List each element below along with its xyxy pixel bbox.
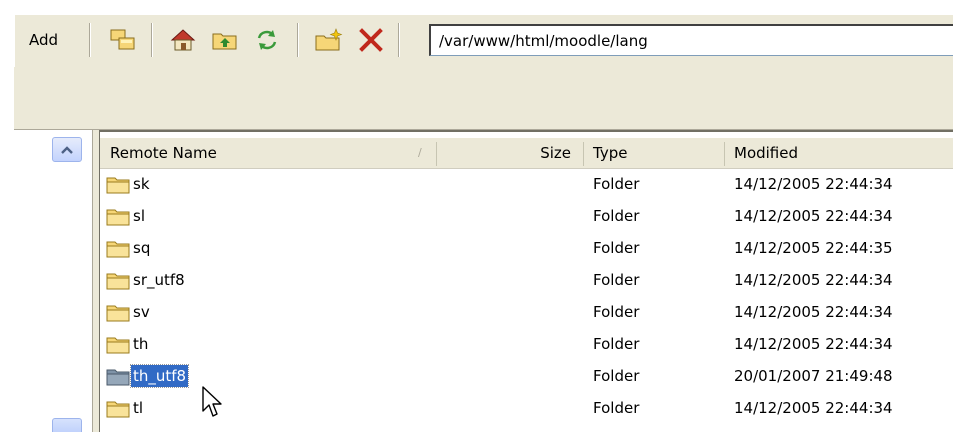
toolbar-separator xyxy=(297,23,299,57)
row-modified: 14/12/2005 22:44:34 xyxy=(734,335,893,353)
table-row[interactable]: sv Folder 14/12/2005 22:44:34 xyxy=(100,296,953,328)
column-separator[interactable] xyxy=(724,142,725,166)
row-type: Folder xyxy=(593,271,640,289)
folder-icon xyxy=(106,305,130,322)
column-header-size[interactable]: Size xyxy=(437,138,571,168)
row-name-cell[interactable]: sk xyxy=(106,172,152,196)
row-name-cell[interactable]: sv xyxy=(106,300,152,324)
row-modified: 14/12/2005 22:44:34 xyxy=(734,303,893,321)
sort-ascending-icon: ∕ xyxy=(418,146,422,159)
folder-icon xyxy=(106,369,130,386)
delete-icon xyxy=(359,28,383,52)
row-name-cell[interactable]: sr_utf8 xyxy=(106,268,187,292)
remote-path-input[interactable]: /var/www/html/moodle/lang xyxy=(429,24,953,56)
new-folder-icon xyxy=(315,28,343,51)
toolbar: Add /var/www/html/moodle/lang xyxy=(14,14,953,68)
row-name: th_utf8 xyxy=(129,364,190,388)
row-modified: 20/01/2007 21:49:48 xyxy=(734,367,893,385)
row-modified: 14/12/2005 22:44:34 xyxy=(734,175,893,193)
row-type: Folder xyxy=(593,175,640,193)
refresh-button[interactable] xyxy=(251,25,283,55)
scroll-up-button[interactable] xyxy=(52,137,82,162)
table-row[interactable]: sk Folder 14/12/2005 22:44:34 xyxy=(100,168,953,200)
row-name: sr_utf8 xyxy=(133,271,185,289)
row-type: Folder xyxy=(593,367,640,385)
table-row[interactable]: tl Folder 14/12/2005 22:44:34 xyxy=(100,392,953,424)
row-type: Folder xyxy=(593,239,640,257)
folder-icon xyxy=(106,337,130,354)
row-type: Folder xyxy=(593,207,640,225)
list-header: Remote Name ∕ Size Type Modified xyxy=(100,138,953,169)
refresh-icon xyxy=(257,30,277,50)
copy-icon xyxy=(110,29,135,50)
row-name-cell[interactable]: th_utf8 xyxy=(106,364,190,388)
folder-icon xyxy=(106,273,130,290)
table-row[interactable]: th Folder 14/12/2005 22:44:34 xyxy=(100,328,953,360)
ftp-client-window: Add /var/www/html/moodle/lang Remote Nam… xyxy=(0,0,953,432)
row-name: tl xyxy=(133,399,144,417)
row-name-cell[interactable]: th xyxy=(106,332,150,356)
row-name: sq xyxy=(133,239,151,257)
row-modified: 14/12/2005 22:44:34 xyxy=(734,271,893,289)
column-separator[interactable] xyxy=(583,142,584,166)
row-type: Folder xyxy=(593,335,640,353)
table-row[interactable]: th_utf8 Folder 20/01/2007 21:49:48 xyxy=(100,360,953,392)
parent-folder-button[interactable] xyxy=(209,25,241,55)
new-folder-button[interactable] xyxy=(313,25,345,55)
column-header-type[interactable]: Type xyxy=(593,138,713,168)
row-modified: 14/12/2005 22:44:34 xyxy=(734,399,893,417)
row-modified: 14/12/2005 22:44:35 xyxy=(734,239,893,257)
remote-file-list: Remote Name ∕ Size Type Modified sk Fold… xyxy=(100,130,953,432)
mouse-cursor-icon xyxy=(202,386,222,417)
column-header-name[interactable]: Remote Name xyxy=(110,138,430,168)
chevron-up-icon xyxy=(61,145,73,154)
table-row[interactable]: sq Folder 14/12/2005 22:44:35 xyxy=(100,232,953,264)
parent-folder-icon xyxy=(212,33,237,50)
row-type: Folder xyxy=(593,303,640,321)
row-name-cell[interactable]: sl xyxy=(106,204,147,228)
home-icon xyxy=(170,29,196,51)
row-name-cell[interactable]: tl xyxy=(106,396,145,420)
row-name: sv xyxy=(133,303,150,321)
status-band xyxy=(14,67,953,130)
toolbar-separator xyxy=(151,23,153,57)
copy-button[interactable] xyxy=(107,25,139,55)
folder-icon xyxy=(106,209,130,226)
delete-button[interactable] xyxy=(355,25,387,55)
folder-icon xyxy=(106,241,130,258)
row-name: sk xyxy=(133,175,150,193)
scrollbar-thumb[interactable] xyxy=(52,418,82,432)
table-row[interactable]: sr_utf8 Folder 14/12/2005 22:44:34 xyxy=(100,264,953,296)
row-name-cell[interactable]: sq xyxy=(106,236,152,260)
left-pane xyxy=(14,130,92,432)
toolbar-separator xyxy=(398,23,400,57)
row-modified: 14/12/2005 22:44:34 xyxy=(734,207,893,225)
home-button[interactable] xyxy=(167,25,199,55)
row-name: sl xyxy=(133,207,145,225)
folder-icon xyxy=(106,177,130,194)
folder-icon xyxy=(106,401,130,418)
toolbar-separator xyxy=(89,23,91,57)
row-name: th xyxy=(133,335,149,353)
pane-splitter[interactable] xyxy=(92,130,100,432)
table-row[interactable]: sl Folder 14/12/2005 22:44:34 xyxy=(100,200,953,232)
add-button[interactable]: Add xyxy=(23,25,64,55)
column-header-modified[interactable]: Modified xyxy=(734,138,949,168)
row-type: Folder xyxy=(593,399,640,417)
